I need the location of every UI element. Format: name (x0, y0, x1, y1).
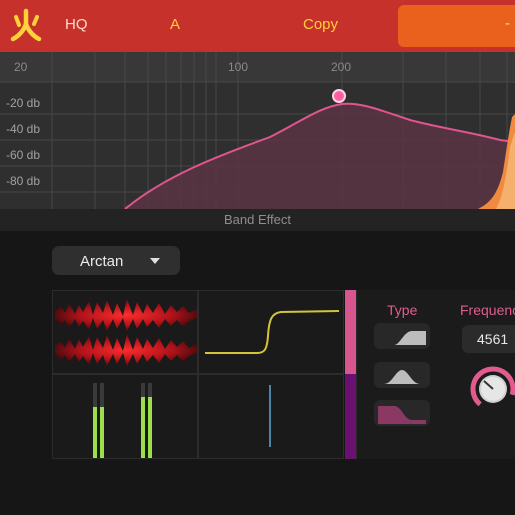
transfer-curve (205, 310, 340, 354)
frequency-knob[interactable] (466, 363, 515, 413)
waveform-display (55, 299, 197, 366)
meter-bar (141, 397, 145, 458)
type-button-bell[interactable] (374, 362, 430, 388)
preset-selector[interactable] (398, 5, 515, 47)
fire-logo-icon (10, 8, 42, 42)
eq-graph (0, 52, 515, 209)
eq-response-fill (125, 103, 515, 209)
waveform-panel (52, 290, 198, 374)
meter-bar (93, 407, 97, 458)
type-title: Type (387, 302, 418, 318)
scope-panel (198, 374, 344, 459)
waveform-upper (55, 299, 197, 331)
ab-compare-button[interactable]: A (170, 16, 180, 33)
level-meter-panel (52, 374, 198, 459)
db-label-20: -20 db (6, 96, 41, 110)
type-button-low-shelf[interactable] (374, 400, 430, 426)
quality-toggle[interactable]: HQ (65, 16, 88, 33)
waveform-lower (55, 334, 197, 366)
mix-slider-track[interactable] (345, 374, 356, 459)
frequency-value: 4561 (477, 331, 509, 347)
shelf-high-icon (380, 331, 426, 345)
mix-slider-fill[interactable] (345, 290, 356, 374)
freq-label-200: 200 (331, 60, 352, 74)
db-label-60: -60 db (6, 148, 41, 162)
shelf-low-icon (378, 406, 426, 424)
meter-bar (148, 397, 152, 458)
transfer-curve-panel (198, 290, 344, 374)
level-meters (93, 383, 152, 458)
db-label-40: -40 db (6, 122, 41, 136)
algorithm-dropdown-label: Arctan (80, 253, 124, 270)
meter-bar (100, 407, 104, 458)
type-button-high-shelf[interactable] (374, 323, 430, 349)
frequency-title: Frequence (460, 302, 515, 318)
band-effect-title: Band Effect (224, 212, 291, 227)
scope-display (269, 385, 271, 447)
caret-down-icon (150, 258, 160, 264)
freq-label-20: 20 (14, 60, 28, 74)
db-label-80: -80 db (6, 174, 41, 188)
freq-label-100: 100 (228, 60, 249, 74)
eq-band-node[interactable] (332, 89, 346, 103)
bell-icon (384, 370, 420, 384)
preset-label: - (505, 15, 510, 32)
copy-button[interactable]: Copy (303, 16, 338, 33)
